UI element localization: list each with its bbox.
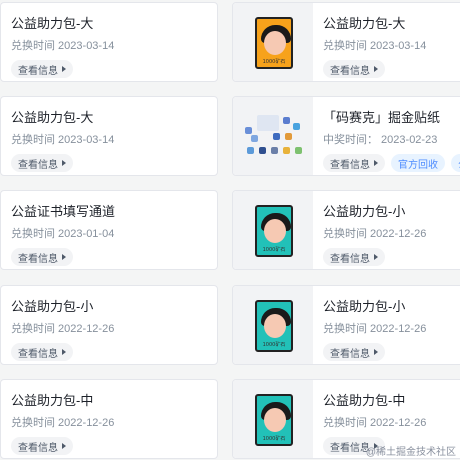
view-info-button[interactable]: 查看信息 <box>323 60 385 78</box>
card-title: 公益助力包-小 <box>11 299 94 314</box>
card-date: 兑换时间 2023-03-14 <box>323 40 427 52</box>
extra-action-button[interactable]: 公 <box>451 154 460 172</box>
prize-card[interactable]: 公益助力包-大 兑换时间 2023-03-14 查看信息 <box>0 2 218 82</box>
view-info-label: 查看信息 <box>18 348 58 360</box>
card-title: 公益助力包-大 <box>323 16 406 31</box>
card-title: 公益助力包-大 <box>11 16 94 31</box>
sticker-sheet-image <box>243 113 303 159</box>
prize-thumbnail: 1000矿石 <box>233 191 313 269</box>
official-recycle-label: 官方回收 <box>398 159 438 171</box>
prize-card[interactable]: 公益助力包-中 兑换时间 2022-12-26 查看信息 <box>0 379 218 459</box>
prize-card[interactable]: 公益助力包-小 兑换时间 2022-12-26 查看信息 <box>0 285 218 365</box>
card-date: 兑换时间 2022-12-26 <box>323 417 427 429</box>
prize-card[interactable]: 1000矿石 公益助力包-小 兑换时间 2022-12-26 查看信息 <box>232 285 460 365</box>
view-info-label: 查看信息 <box>330 348 370 360</box>
card-date: 兑换时间 2022-12-26 <box>323 228 427 240</box>
view-info-label: 查看信息 <box>18 442 58 454</box>
card-title: 公益助力包-中 <box>11 393 94 408</box>
prize-pack-image: 1000矿石 <box>255 205 293 257</box>
view-info-button[interactable]: 查看信息 <box>11 60 73 78</box>
caret-right-icon <box>374 160 378 166</box>
prize-label: 1000矿石 <box>262 342 286 348</box>
caret-right-icon <box>374 349 378 355</box>
card-title: 公益助力包-小 <box>323 299 406 314</box>
view-info-button[interactable]: 查看信息 <box>323 154 385 172</box>
view-info-button[interactable]: 查看信息 <box>11 248 73 266</box>
view-info-label: 查看信息 <box>18 253 58 265</box>
card-date: 兑换时间 2022-12-26 <box>323 323 427 335</box>
prize-label: 1000矿石 <box>262 436 286 442</box>
caret-right-icon <box>62 349 66 355</box>
card-date: 中奖时间： 2023-02-23 <box>323 134 438 146</box>
card-title: 公益助力包-大 <box>11 110 94 125</box>
view-info-label: 查看信息 <box>330 65 370 77</box>
view-info-button[interactable]: 查看信息 <box>323 343 385 361</box>
view-info-label: 查看信息 <box>330 159 370 171</box>
official-recycle-button[interactable]: 官方回收 <box>391 154 445 172</box>
view-info-button[interactable]: 查看信息 <box>11 437 73 455</box>
card-date: 兑换时间 2023-01-04 <box>11 228 115 240</box>
view-info-button[interactable]: 查看信息 <box>323 248 385 266</box>
prize-pack-image: 1000矿石 <box>255 394 293 446</box>
card-date: 兑换时间 2023-03-14 <box>11 134 115 146</box>
prize-thumbnail: 1000矿石 <box>233 3 313 81</box>
view-info-label: 查看信息 <box>18 65 58 77</box>
caret-right-icon <box>62 66 66 72</box>
watermark: @稀土掘金技术社区 <box>365 447 456 458</box>
prize-pack-image: 1000矿石 <box>255 300 293 352</box>
prize-thumbnail <box>233 97 313 175</box>
card-title: 公益助力包-中 <box>323 393 406 408</box>
prize-thumbnail: 1000矿石 <box>233 380 313 458</box>
caret-right-icon <box>62 254 66 260</box>
view-info-label: 查看信息 <box>18 159 58 171</box>
caret-right-icon <box>62 160 66 166</box>
view-info-label: 查看信息 <box>330 442 370 454</box>
caret-right-icon <box>374 66 378 72</box>
card-date: 兑换时间 2022-12-26 <box>11 323 115 335</box>
caret-right-icon <box>62 443 66 449</box>
prize-pack-image: 1000矿石 <box>255 17 293 69</box>
caret-right-icon <box>374 254 378 260</box>
view-info-button[interactable]: 查看信息 <box>11 154 73 172</box>
card-title: 公益证书填写通道 <box>11 204 116 219</box>
card-date: 兑换时间 2022-12-26 <box>11 417 115 429</box>
prize-card[interactable]: 公益证书填写通道 兑换时间 2023-01-04 查看信息 <box>0 190 218 270</box>
card-title: 公益助力包-小 <box>323 204 406 219</box>
prize-card[interactable]: 「码赛克」掘金贴纸 中奖时间： 2023-02-23 查看信息 官方回收 公 <box>232 96 460 176</box>
view-info-label: 查看信息 <box>330 253 370 265</box>
prize-label: 1000矿石 <box>262 247 286 253</box>
card-title: 「码赛克」掘金贴纸 <box>323 110 441 125</box>
prize-card[interactable]: 公益助力包-大 兑换时间 2023-03-14 查看信息 <box>0 96 218 176</box>
prize-card[interactable]: 1000矿石 公益助力包-大 兑换时间 2023-03-14 查看信息 <box>232 2 460 82</box>
prize-card[interactable]: 1000矿石 公益助力包-小 兑换时间 2022-12-26 查看信息 <box>232 190 460 270</box>
card-date: 兑换时间 2023-03-14 <box>11 40 115 52</box>
view-info-button[interactable]: 查看信息 <box>11 343 73 361</box>
prize-label: 1000矿石 <box>262 59 286 65</box>
prize-thumbnail: 1000矿石 <box>233 286 313 364</box>
